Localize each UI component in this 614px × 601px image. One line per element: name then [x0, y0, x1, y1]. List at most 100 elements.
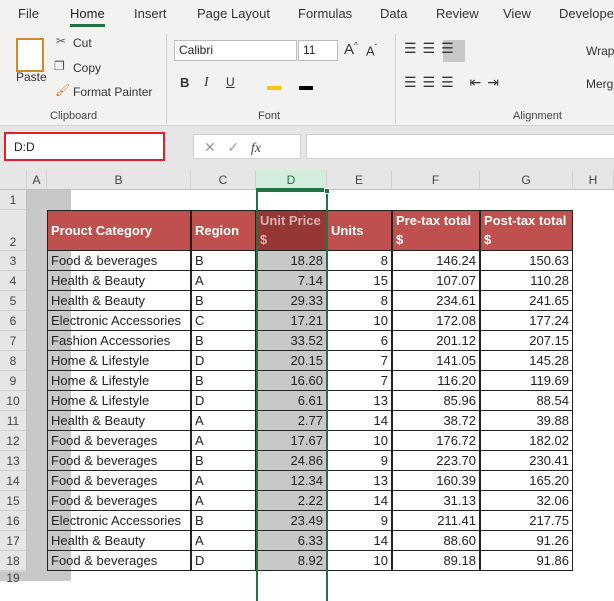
data-cell[interactable]: 29.33 [256, 291, 327, 311]
data-cell[interactable]: 38.72 [392, 411, 480, 431]
row-header-9[interactable]: 9 [0, 371, 27, 391]
data-cell[interactable]: 107.07 [392, 271, 480, 291]
data-cell[interactable]: D [191, 551, 256, 571]
data-cell[interactable]: 172.08 [392, 311, 480, 331]
font-size-select[interactable]: 11 [298, 40, 338, 61]
row-header-7[interactable]: 7 [0, 331, 27, 351]
data-cell[interactable]: 241.65 [480, 291, 573, 311]
row-header-18[interactable]: 18 [0, 551, 27, 571]
data-cell[interactable]: 6 [327, 331, 392, 351]
row-header-3[interactable]: 3 [0, 251, 27, 271]
data-cell[interactable]: 8 [327, 251, 392, 271]
data-cell[interactable]: Food & beverages [47, 471, 191, 491]
data-cell[interactable]: 7.14 [256, 271, 327, 291]
row-header-4[interactable]: 4 [0, 271, 27, 291]
merge-button[interactable]: Merg [586, 77, 613, 91]
row-header-10[interactable]: 10 [0, 391, 27, 411]
row-header-11[interactable]: 11 [0, 411, 27, 431]
data-cell[interactable]: 9 [327, 451, 392, 471]
row-header-14[interactable]: 14 [0, 471, 27, 491]
data-cell[interactable]: 7 [327, 351, 392, 371]
data-cell[interactable]: Food & beverages [47, 551, 191, 571]
row-header-13[interactable]: 13 [0, 451, 27, 471]
data-cell[interactable]: 6.33 [256, 531, 327, 551]
data-cell[interactable]: 6.61 [256, 391, 327, 411]
data-cell[interactable]: 20.15 [256, 351, 327, 371]
data-cell[interactable]: Health & Beauty [47, 271, 191, 291]
data-cell[interactable]: A [191, 531, 256, 551]
row-header-6[interactable]: 6 [0, 311, 27, 331]
data-cell[interactable]: Food & beverages [47, 251, 191, 271]
data-cell[interactable]: 8.92 [256, 551, 327, 571]
grow-font-icon[interactable]: A^ [344, 41, 358, 58]
data-cell[interactable]: 14 [327, 491, 392, 511]
data-cell[interactable]: 13 [327, 391, 392, 411]
data-cell[interactable]: Food & beverages [47, 431, 191, 451]
data-cell[interactable]: 18.28 [256, 251, 327, 271]
shrink-font-icon[interactable]: Aˇ [366, 43, 377, 58]
data-cell[interactable]: 32.06 [480, 491, 573, 511]
font-color-icon[interactable] [299, 86, 313, 90]
data-cell[interactable]: 211.41 [392, 511, 480, 531]
data-cell[interactable]: 234.61 [392, 291, 480, 311]
fx-button[interactable]: fx [251, 141, 261, 156]
data-cell[interactable]: 23.49 [256, 511, 327, 531]
data-cell[interactable]: D [191, 351, 256, 371]
data-cell[interactable]: 12.34 [256, 471, 327, 491]
row-header-8[interactable]: 8 [0, 351, 27, 371]
data-cell[interactable]: B [191, 511, 256, 531]
format-painter-button[interactable]: Format Painter [73, 85, 152, 99]
data-cell[interactable]: 85.96 [392, 391, 480, 411]
data-cell[interactable]: 223.70 [392, 451, 480, 471]
tab-formulas[interactable]: Formulas [298, 6, 352, 21]
data-cell[interactable]: 10 [327, 431, 392, 451]
row-header-19[interactable]: 19 [0, 571, 27, 585]
data-cell[interactable]: 146.24 [392, 251, 480, 271]
fill-color-icon[interactable] [267, 86, 281, 90]
row-header-12[interactable]: 12 [0, 431, 27, 451]
tab-data[interactable]: Data [380, 6, 407, 21]
data-cell[interactable]: 88.60 [392, 531, 480, 551]
data-cell[interactable]: 15 [327, 271, 392, 291]
font-name-select[interactable]: Calibri [174, 40, 297, 61]
data-cell[interactable]: 145.28 [480, 351, 573, 371]
data-cell[interactable]: Home & Lifestyle [47, 351, 191, 371]
horizontal-align-icons[interactable]: ☰☰☰ ⇤⇥ [404, 74, 505, 91]
data-cell[interactable]: C [191, 311, 256, 331]
row-header-1[interactable]: 1 [0, 190, 27, 210]
tab-view[interactable]: View [503, 6, 531, 21]
row-header-15[interactable]: 15 [0, 491, 27, 511]
tab-page-layout[interactable]: Page Layout [197, 6, 270, 21]
data-cell[interactable]: 150.63 [480, 251, 573, 271]
row-header-16[interactable]: 16 [0, 511, 27, 531]
underline-button[interactable]: U [226, 75, 235, 89]
data-cell[interactable]: Health & Beauty [47, 291, 191, 311]
data-cell[interactable]: 182.02 [480, 431, 573, 451]
data-cell[interactable]: Food & beverages [47, 491, 191, 511]
data-cell[interactable]: 17.21 [256, 311, 327, 331]
row-header-17[interactable]: 17 [0, 531, 27, 551]
tab-insert[interactable]: Insert [134, 6, 167, 21]
data-cell[interactable]: 14 [327, 531, 392, 551]
data-cell[interactable]: 16.60 [256, 371, 327, 391]
tab-develope[interactable]: Develope [559, 6, 614, 21]
data-cell[interactable]: 116.20 [392, 371, 480, 391]
data-cell[interactable]: Health & Beauty [47, 531, 191, 551]
cut-button[interactable]: Cut [73, 36, 92, 50]
data-cell[interactable]: 110.28 [480, 271, 573, 291]
data-cell[interactable]: 31.13 [392, 491, 480, 511]
wrap-text-button[interactable]: Wrap [586, 44, 614, 58]
row-header-2[interactable]: 2 [0, 210, 27, 251]
data-cell[interactable]: Home & Lifestyle [47, 391, 191, 411]
data-cell[interactable]: 91.26 [480, 531, 573, 551]
data-cell[interactable]: Home & Lifestyle [47, 371, 191, 391]
italic-button[interactable]: I [204, 75, 209, 91]
data-cell[interactable]: B [191, 251, 256, 271]
copy-button[interactable]: Copy [73, 61, 101, 75]
data-cell[interactable]: 17.67 [256, 431, 327, 451]
column-header-B[interactable]: B [47, 170, 191, 190]
data-cell[interactable]: 141.05 [392, 351, 480, 371]
paste-button[interactable]: Paste [16, 70, 47, 84]
data-cell[interactable]: 217.75 [480, 511, 573, 531]
data-cell[interactable]: 165.20 [480, 471, 573, 491]
